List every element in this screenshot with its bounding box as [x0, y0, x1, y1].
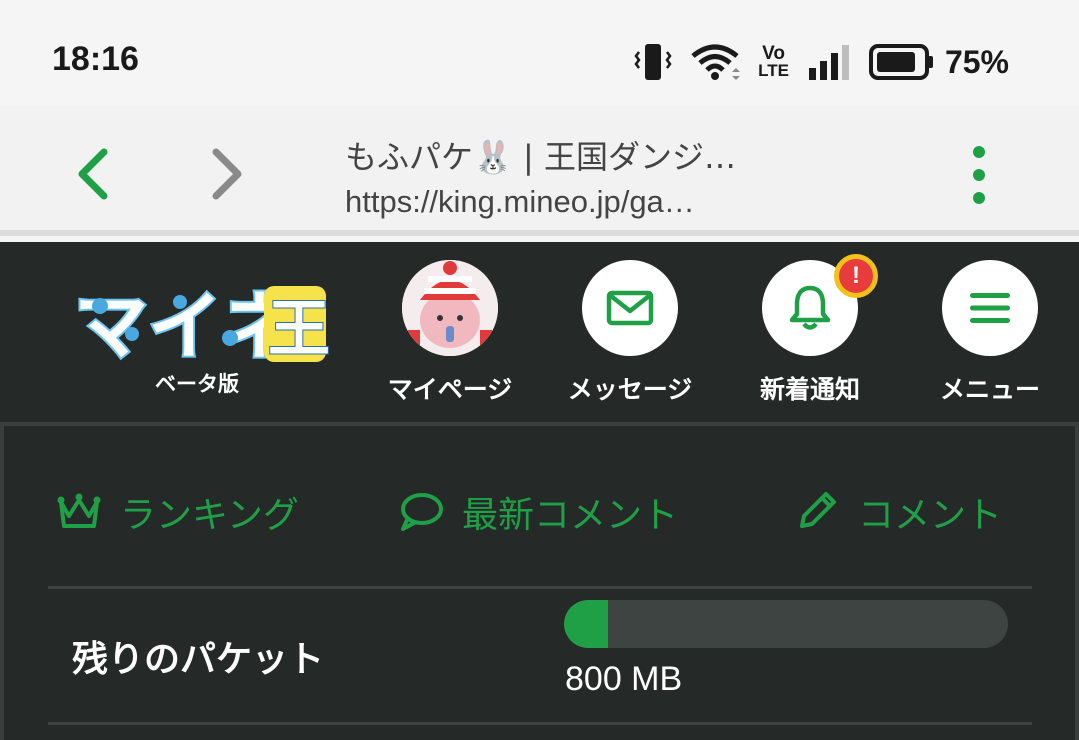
volte-bottom: LTE	[758, 61, 789, 80]
pencil-icon	[800, 492, 836, 528]
crown-icon	[57, 493, 101, 528]
notification-badge: !	[834, 254, 878, 298]
packet-amount: 800 MB	[565, 660, 683, 698]
overflow-menu-button[interactable]	[955, 142, 1003, 212]
packet-progress-bar	[564, 600, 1008, 648]
status-bar: 18:16 Vo LTE 75%	[0, 0, 1079, 106]
svg-text:王: 王	[268, 292, 330, 365]
vibrate-icon	[634, 44, 672, 80]
browser-toolbar: もふパケ🐰 | 王国ダンジ… https://king.mineo.jp/ga…	[0, 106, 1079, 236]
status-icons: Vo LTE 75%	[634, 38, 1009, 86]
latest-comments-link[interactable]: 最新コメント	[398, 486, 678, 538]
ranking-label: ランキング	[120, 495, 299, 536]
battery-icon	[868, 44, 933, 80]
volte-top: Vo	[762, 43, 785, 64]
wifi-icon	[691, 44, 741, 80]
main-content: ランキング 最新コメント コメント 残りのパケット 800 MB	[0, 422, 1079, 740]
latest-comments-label: 最新コメント	[462, 495, 679, 536]
battery-percent: 75%	[944, 43, 1009, 80]
logo-beta-label: ベータ版	[155, 372, 239, 396]
envelope-icon	[606, 290, 654, 326]
notifications-label: 新着通知	[759, 375, 860, 404]
url-bar[interactable]: https://king.mineo.jp/ga…	[345, 184, 695, 220]
menu-circle	[942, 260, 1038, 356]
speech-bubble-icon	[401, 493, 443, 531]
notifications-button[interactable]: ! 新着通知	[725, 254, 895, 406]
forward-button[interactable]	[198, 142, 254, 206]
signal-icon	[808, 45, 849, 80]
messages-circle	[582, 260, 678, 356]
bell-icon	[789, 285, 831, 330]
avatar-image	[402, 260, 498, 356]
mypage-button[interactable]: マイページ	[365, 260, 535, 406]
mineo-king-logo: マイネ 王	[72, 282, 331, 372]
site-header: マイネ 王 ベータ版 マイページ メッセージ ! 新着通知 メニュー	[0, 242, 1079, 422]
hamburger-icon	[970, 293, 1010, 323]
divider-top	[48, 586, 1032, 589]
chevron-left-icon	[78, 148, 108, 200]
packet-label: 残りのパケット	[72, 639, 325, 680]
chevron-right-icon	[212, 148, 242, 200]
menu-button[interactable]: メニュー	[905, 260, 1075, 406]
svg-text:マイネ: マイネ	[74, 284, 296, 366]
divider-bottom	[48, 722, 1032, 725]
volte-icon: Vo LTE	[758, 43, 789, 80]
avatar	[402, 260, 498, 356]
quick-links: ランキング 最新コメント コメント	[4, 486, 1075, 536]
site-logo[interactable]: マイネ 王	[70, 276, 331, 372]
status-time: 18:16	[52, 40, 139, 78]
page-title: もふパケ🐰 | 王国ダンジ…	[345, 138, 736, 176]
back-button[interactable]	[66, 142, 122, 206]
menu-label: メニュー	[939, 375, 1040, 404]
mypage-label: マイページ	[387, 375, 513, 404]
messages-button[interactable]: メッセージ	[545, 260, 715, 406]
ranking-link[interactable]: ランキング	[56, 486, 299, 538]
messages-label: メッセージ	[567, 375, 693, 404]
comment-label: コメント	[858, 495, 1003, 536]
more-vertical-icon	[973, 146, 985, 204]
notifications-circle: !	[762, 254, 878, 356]
packet-progress-fill	[564, 600, 609, 648]
comment-link[interactable]: コメント	[794, 486, 1002, 538]
